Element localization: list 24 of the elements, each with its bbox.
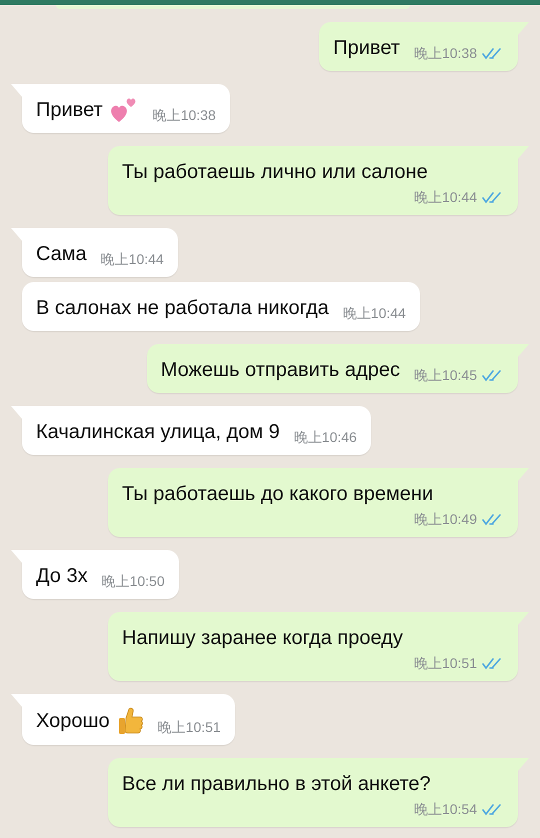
message-time: 晚上10:44 xyxy=(414,188,477,206)
message-text: Ты работаешь лично или салоне xyxy=(122,160,428,185)
message-text: Все ли правильно в этой анкете? xyxy=(122,772,431,797)
message-text: Напишу заранее когда проеду xyxy=(122,626,403,651)
message-text: Сама xyxy=(36,242,87,267)
message-text: Привет xyxy=(36,96,139,124)
message-text: Можешь отправить адрес xyxy=(160,358,400,383)
message-text: Привет xyxy=(333,36,400,61)
message-time: 晚上10:49 xyxy=(414,510,477,528)
message-time: 晚上10:54 xyxy=(414,800,477,818)
message-time: 晚上10:45 xyxy=(414,366,477,384)
message-time: 晚上10:44 xyxy=(342,304,406,322)
message-time: 晚上10:44 xyxy=(100,250,164,268)
message-time: 晚上10:38 xyxy=(152,106,216,124)
message-time: 晚上10:51 xyxy=(414,654,477,672)
message-time: 晚上10:38 xyxy=(414,44,477,62)
message-time: 晚上10:50 xyxy=(102,572,165,590)
message-text: Качалинская улица, дом 9 xyxy=(36,420,280,445)
message-time: 晚上10:46 xyxy=(294,428,357,446)
message-text: В салонах не работала никогда xyxy=(36,296,329,321)
message-text: До 3х xyxy=(36,564,88,589)
message-text: Хорошо xyxy=(36,706,144,736)
message-time: 晚上10:51 xyxy=(158,718,221,736)
message-text: Ты работаешь до какого времени xyxy=(122,482,434,507)
